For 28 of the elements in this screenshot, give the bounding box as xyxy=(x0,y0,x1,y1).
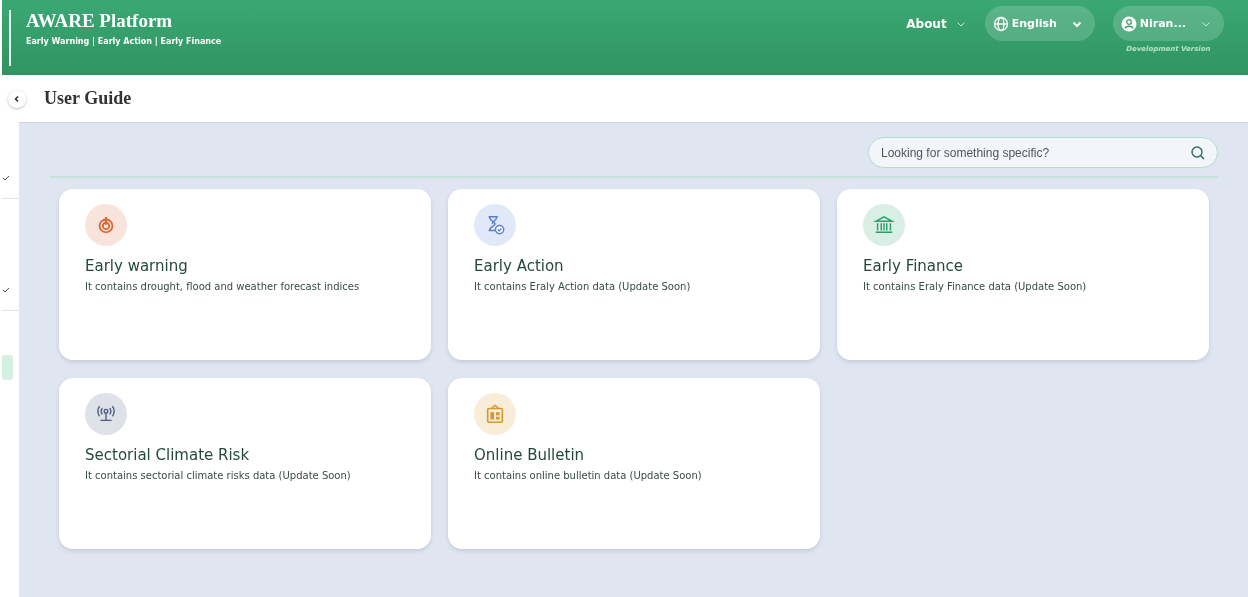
app-title: AWARE Platform xyxy=(26,10,174,32)
card-title: Early Finance xyxy=(863,257,965,275)
card-description: It contains online bulletin data (Update Soon) xyxy=(474,470,703,481)
guide-card[interactable]: Early Finance It contains Eraly Finance data (Update Soon) xyxy=(837,189,1209,360)
chevron-left-icon xyxy=(13,94,21,103)
card-description: It contains drought, flood and weather forecast indices xyxy=(85,281,361,292)
card-title: Online Bulletin xyxy=(474,446,586,464)
bank-icon xyxy=(873,214,895,236)
guide-card[interactable]: Early Action It contains Eraly Action data (Update Soon) xyxy=(448,189,820,360)
guide-card[interactable]: Online Bulletin It contains online bulletin data (Update Soon) xyxy=(448,378,820,549)
back-button[interactable] xyxy=(8,89,26,108)
check-icon xyxy=(2,175,10,181)
card-description: It contains Eraly Finance data (Update Soon) xyxy=(863,281,1088,292)
guide-card[interactable]: Early warning It contains drought, flood and weather forecast indices xyxy=(59,189,431,360)
page-title: User Guide xyxy=(44,88,132,109)
app-subtitle: Early Warning | Early Action | Early Finance xyxy=(26,37,222,46)
globe-icon xyxy=(992,15,1009,32)
guide-card[interactable]: Sectorial Climate Risk It contains sectorial climate risks data (Update Soon) xyxy=(59,378,431,549)
user-avatar-icon xyxy=(1120,15,1137,32)
card-description: It contains sectorial climate risks data (Update Soon) xyxy=(85,470,352,481)
card-title: Early warning xyxy=(85,257,189,275)
card-description: It contains Eraly Action data (Update Soon) xyxy=(474,281,692,292)
search-field[interactable]: Looking for something specific? xyxy=(868,137,1218,168)
board-icon xyxy=(484,403,506,425)
card-title: Sectorial Climate Risk xyxy=(85,446,251,464)
card-title: Early Action xyxy=(474,257,565,275)
check-icon xyxy=(2,287,10,293)
search-icon xyxy=(1190,145,1206,161)
